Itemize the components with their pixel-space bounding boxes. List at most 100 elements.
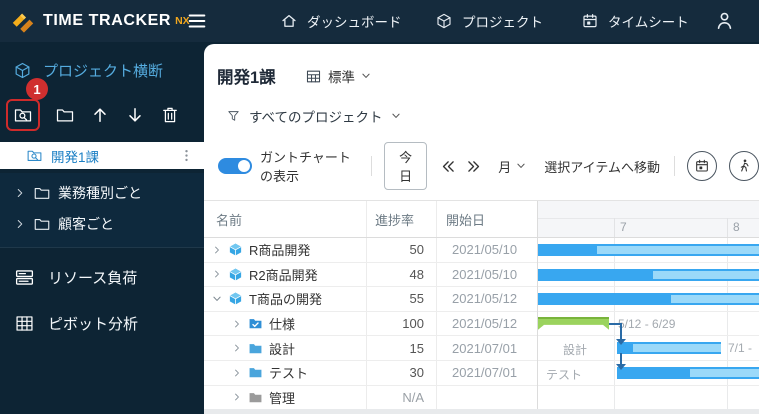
cell-name: 仕様 [204,311,367,336]
chevron-right-icon[interactable] [212,269,222,279]
view-selector[interactable]: 標準 [305,66,371,86]
project-table: 名前 進捗率 開始日 R商品開発 50 2021/05/10 R2商品開発 48 2021… [204,201,537,411]
gantt-bar-remaining [597,246,759,254]
gantt-bar[interactable] [538,293,759,306]
chevron-right-icon[interactable] [232,392,242,402]
sidebar-item-dev1[interactable]: 開発1課 [0,142,204,169]
gantt-bar[interactable] [538,268,759,281]
folder-icon[interactable] [55,105,75,125]
table-row[interactable]: R商品開発 50 2021/05/10 [204,238,537,263]
sidebar-group-1[interactable]: 顧客ごと [0,208,204,239]
gantt-row [538,238,759,263]
pivot-icon [14,313,35,334]
gantt-bar[interactable] [617,366,759,379]
sidebar-group-0[interactable]: 業務種別ごと [0,177,204,208]
row-name: 設計 [269,341,296,357]
arrow-up-icon[interactable] [90,105,110,125]
folder-muted-icon [248,390,263,405]
logo-arrows-icon [12,13,34,33]
section-title-label: プロジェクト横断 [43,63,164,80]
month-gridline [614,218,615,237]
timescale-divider [538,218,759,219]
table-row[interactable]: 設計 15 2021/07/01 [204,336,537,361]
gantt-bar[interactable] [538,244,759,256]
cell-progress: 55 [367,287,437,311]
gantt-bar-remaining [671,295,759,304]
gantt-visibility-toggle[interactable] [218,158,252,174]
dependency-arrowhead-icon [616,339,626,345]
cell-start-date: 2021/05/10 [452,242,518,258]
sidebar-nav: リソース負荷ピボット分析 [0,254,204,346]
chevron-down-icon[interactable] [212,294,222,304]
sidebar-item-label: ピボット分析 [48,315,139,333]
column-header-name[interactable]: 名前 [204,201,367,237]
chevron-right-icon[interactable] [212,245,222,255]
column-header-start[interactable]: 開始日 [437,201,537,237]
user-icon[interactable] [713,9,736,32]
gantt-bar[interactable] [617,342,721,355]
column-header-progress[interactable]: 進捗率 [367,201,437,237]
period-label: 月 [498,159,512,175]
cube-icon [13,61,32,80]
main-panel: 開発1課 標準 すべてのプロジェクト ガントチャートの表示 今日 月 選択アイテ… [204,44,759,414]
period-selector[interactable]: 月 [498,157,526,176]
cube-fill-icon [228,267,243,282]
month-label: 8 [733,220,740,234]
table-row[interactable]: T商品の開発 55 2021/05/12 [204,287,537,312]
angles-right-icon[interactable] [465,158,482,175]
chevron-right-icon[interactable] [232,368,242,378]
folder-fill-icon [248,365,263,380]
table-view-icon [305,68,322,85]
home-icon [280,12,298,30]
nav-item-dashboard[interactable]: ダッシュボード [280,0,402,42]
sidebar-tree-groups: 業務種別ごと顧客ごと [0,173,204,248]
annotation-badge: 1 [26,78,48,100]
gantt-bar-complete[interactable] [538,317,609,330]
arrow-down-icon[interactable] [125,105,145,125]
group-label: 業務種別ごと [58,184,142,201]
cell-start-date: 2021/05/10 [452,266,518,282]
horizontal-scrollbar[interactable] [204,409,759,414]
page-title: 開発1課 [217,69,276,87]
cell-start-date [437,386,537,410]
cell-name: 管理 [204,385,367,410]
cell-progress: 15 [367,336,437,360]
move-to-selected-button[interactable]: 選択アイテムへ移動 [544,157,660,176]
cube-fill-icon [228,242,243,257]
cell-name: テスト [204,360,367,385]
chevron-right-icon [14,187,26,199]
table-row[interactable]: テスト 30 2021/07/01 [204,360,537,386]
chevron-right-icon[interactable] [232,319,242,329]
gantt-row [538,386,759,409]
nav-item-timesheet[interactable]: タイムシート [581,0,689,42]
project-filter[interactable]: すべてのプロジェクト [226,106,401,126]
kebab-menu-icon[interactable] [179,148,194,163]
row-name: 管理 [269,390,296,406]
folder-check-icon [248,316,263,331]
chevron-right-icon[interactable] [232,343,242,353]
trash-icon[interactable] [160,105,180,125]
angles-left-icon[interactable] [440,158,457,175]
cube-icon [435,12,453,30]
gantt-row: 設計 7/1 - [538,336,759,361]
view-selector-label: 標準 [328,70,355,85]
folder-search-icon[interactable] [13,105,33,125]
table-row[interactable]: 管理 N/A [204,385,537,411]
cube-fill-icon [228,291,243,306]
critical-path-button[interactable] [729,151,759,181]
divider [674,156,675,176]
table-row[interactable]: 仕様 100 2021/05/12 [204,311,537,337]
cell-name: T商品の開発 [204,287,367,311]
menu-icon[interactable] [186,10,208,32]
table-row[interactable]: R2商品開発 48 2021/05/10 [204,262,537,288]
divider [370,156,372,176]
nav-item-projects[interactable]: プロジェクト [435,0,543,42]
calendar-button[interactable] [687,151,717,181]
project-grid: 名前 進捗率 開始日 R商品開発 50 2021/05/10 R2商品開発 48 2021… [204,200,759,411]
app-logo: TIME TRACKER NX [10,0,190,42]
cell-start-date: 2021/05/12 [452,291,518,307]
today-button[interactable]: 今日 [383,142,428,190]
sidebar-item-pivot-analysis[interactable]: ピボット分析 [0,300,204,346]
sidebar-item-resource-load[interactable]: リソース負荷 [0,254,204,300]
calendar-icon [581,12,599,30]
